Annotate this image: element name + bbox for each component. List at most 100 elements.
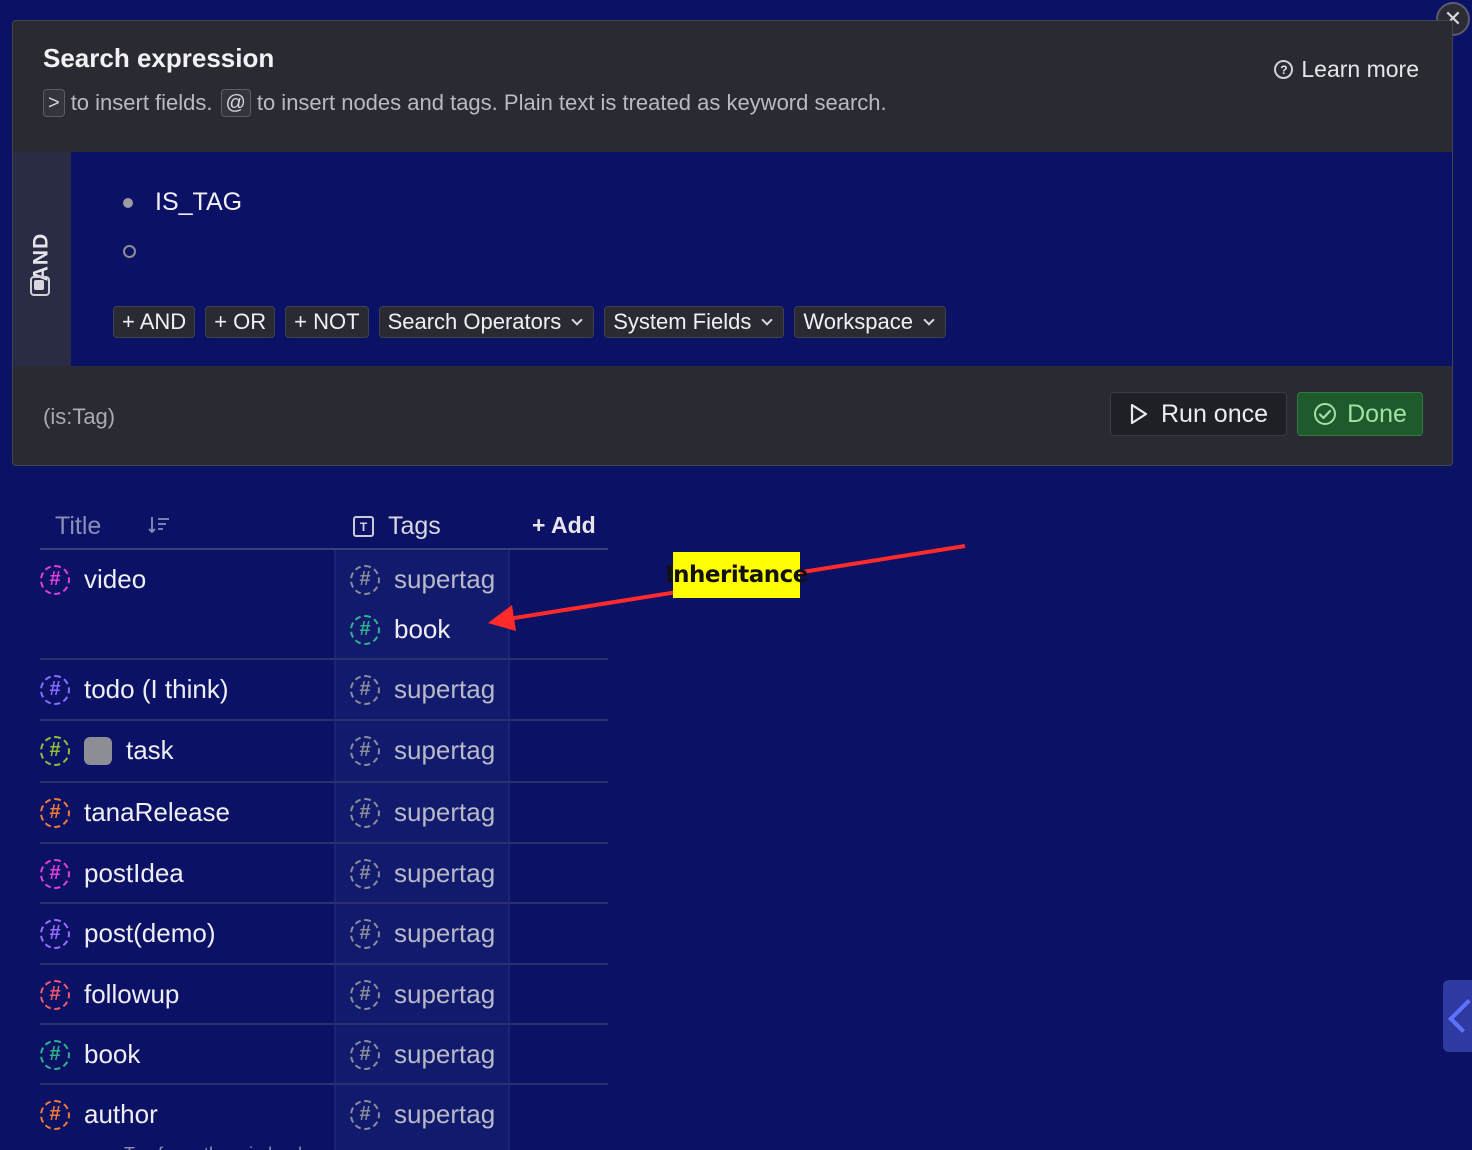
nodes-hint-text: to insert nodes and tags. Plain text is … (256, 90, 887, 115)
row-title: todo (I think) (84, 674, 229, 704)
hash-tag-icon: # (350, 614, 380, 645)
expression-item[interactable]: IS_TAG (123, 188, 242, 217)
chevron-down-icon (571, 313, 583, 326)
row-title: task (126, 735, 174, 765)
add-or-button[interactable]: + OR (205, 306, 276, 338)
tag-chip[interactable]: # supertag (350, 1039, 495, 1070)
bullet-icon (123, 197, 133, 208)
tag-label: supertag (394, 858, 496, 888)
title-column-header[interactable]: Title (55, 512, 101, 541)
tag-chip[interactable]: # book (350, 614, 450, 645)
row-tags-cell[interactable]: # supertag (334, 1085, 510, 1150)
table-row[interactable]: # postIdea # supertag (40, 844, 608, 904)
row-title-cell[interactable]: # todo (I think) (40, 674, 229, 705)
expression-item-label: IS_TAG (155, 188, 243, 216)
learn-more-label: Learn more (1301, 56, 1419, 82)
add-and-button[interactable]: + AND (113, 306, 196, 338)
row-title: postIdea (84, 858, 184, 888)
check-circle-icon (1314, 403, 1337, 425)
tag-label: supertag (394, 797, 496, 827)
system-fields-label: System Fields (613, 309, 752, 334)
tag-chip[interactable]: # supertag (350, 735, 495, 766)
play-icon (1130, 403, 1148, 425)
hash-tag-icon: # (350, 979, 380, 1010)
row-tags-cell[interactable]: # supertag (334, 721, 510, 781)
hash-tag-icon: # (350, 564, 380, 595)
chevron-down-icon (923, 313, 935, 326)
row-title-cell[interactable]: # postIdea (40, 858, 184, 889)
panel-title: Search expression (43, 43, 275, 73)
row-tags-cell[interactable]: # supertag (334, 660, 510, 719)
expression-editor: AND IS_TAG + AND + OR + NOT Search Opera… (13, 152, 1452, 366)
search-operators-dropdown[interactable]: Search Operators (378, 306, 595, 338)
table-row[interactable]: # author # supertag Tag for authors in books (40, 1085, 608, 1150)
row-tags-cell[interactable]: # supertag (334, 1025, 510, 1083)
row-tags-cell[interactable]: # supertag (334, 844, 510, 902)
checkbox-icon[interactable] (84, 736, 112, 765)
fields-key-hint: > (43, 89, 65, 117)
tag-chip[interactable]: # supertag (350, 564, 495, 595)
row-title: post(demo) (84, 918, 216, 948)
empty-expression-item[interactable] (123, 245, 158, 258)
row-title-cell[interactable]: # tanaRelease (40, 797, 230, 828)
row-title-cell[interactable]: # book (40, 1039, 140, 1070)
panel-header: Search expression > to insert fields. @ … (13, 21, 1452, 152)
hash-tag-icon: # (350, 797, 380, 828)
fields-hint-text: to insert fields. (70, 90, 213, 115)
tag-chip[interactable]: # supertag (350, 918, 495, 949)
hash-tag-icon: # (40, 564, 70, 595)
workspace-dropdown[interactable]: Workspace (794, 306, 947, 338)
expression-toolbar: + AND + OR + NOT Search Operators System… (113, 306, 947, 338)
run-once-button[interactable]: Run once (1110, 392, 1287, 436)
row-tags-cell[interactable]: # supertag (334, 904, 510, 963)
hash-tag-icon: # (40, 918, 70, 949)
table-row[interactable]: # task # supertag (40, 721, 608, 783)
row-title: video (84, 564, 147, 594)
panel-hint: > to insert fields. @ to insert nodes an… (43, 89, 887, 117)
tag-label: book (394, 614, 451, 644)
tag-chip[interactable]: # supertag (350, 797, 495, 828)
table-row[interactable]: # followup # supertag (40, 965, 608, 1025)
tag-chip[interactable]: # supertag (350, 979, 495, 1010)
done-button[interactable]: Done (1297, 392, 1423, 436)
tags-header-label: Tags (388, 512, 441, 540)
hash-tag-icon: # (40, 674, 70, 705)
system-fields-dropdown[interactable]: System Fields (604, 306, 785, 338)
row-title: book (84, 1039, 141, 1069)
tags-column-header[interactable]: T Tags (353, 512, 441, 541)
tag-chip[interactable]: # supertag (350, 858, 495, 889)
workspace-label: Workspace (803, 309, 914, 334)
table-row[interactable]: # book # supertag (40, 1025, 608, 1085)
table-row[interactable]: # post(demo) # supertag (40, 904, 608, 965)
hash-tag-icon: # (350, 918, 380, 949)
done-label: Done (1347, 399, 1407, 428)
side-panel-tab[interactable] (1443, 980, 1472, 1052)
row-title-cell[interactable]: # followup (40, 979, 179, 1010)
row-tags-cell[interactable]: # supertag (334, 783, 510, 842)
row-title-cell[interactable]: # video (40, 564, 146, 595)
hash-tag-icon: # (40, 797, 70, 828)
sort-icon[interactable] (148, 516, 170, 534)
chevron-down-icon (761, 313, 774, 326)
row-tags-cell[interactable]: # supertag (334, 965, 510, 1023)
group-operator-toggle[interactable]: AND (13, 152, 71, 366)
inheritance-annotation: Inheritance (665, 552, 808, 598)
help-icon: ? (1274, 60, 1294, 79)
table-row[interactable]: # todo (I think) # supertag (40, 660, 608, 721)
hash-tag-icon: # (40, 1039, 70, 1070)
hash-tag-icon: # (350, 858, 380, 889)
table-row[interactable]: # tanaRelease # supertag (40, 783, 608, 844)
hash-tag-icon: # (40, 979, 70, 1010)
hash-tag-icon: # (40, 735, 70, 766)
row-title-cell[interactable]: # task (40, 735, 174, 766)
tag-chip[interactable]: # supertag (350, 674, 495, 705)
learn-more-link[interactable]: ? Learn more (1274, 56, 1419, 83)
group-operator-icon (30, 276, 50, 296)
tag-label: supertag (394, 735, 496, 765)
add-not-button[interactable]: + NOT (285, 306, 369, 338)
row-title-cell[interactable]: # post(demo) (40, 918, 216, 949)
hash-tag-icon: # (350, 1039, 380, 1070)
row-title-cell[interactable]: # author (40, 1099, 158, 1130)
tag-chip[interactable]: # supertag (350, 1099, 495, 1130)
hash-tag-icon: # (350, 1099, 380, 1130)
